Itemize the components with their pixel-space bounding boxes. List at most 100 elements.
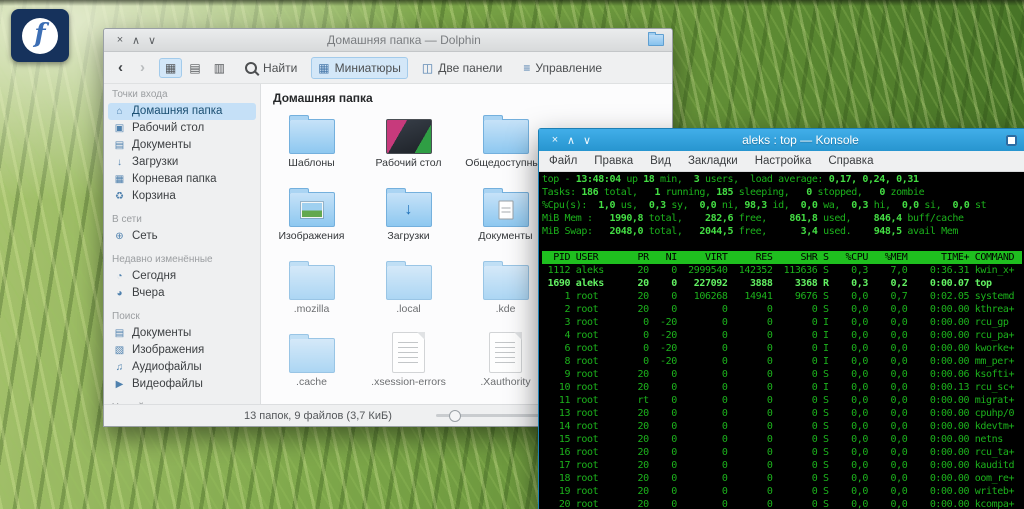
folder-icon: ↓: [386, 192, 432, 227]
konsole-window-title: aleks : top — Konsole: [595, 133, 1006, 147]
sidebar-item-audio[interactable]: ♫Аудиофайлы: [108, 359, 256, 376]
terminal[interactable]: top - 13:48:04 up 18 min, 3 users, load …: [539, 172, 1024, 509]
folder-icon: [289, 338, 335, 373]
file-item[interactable]: .mozilla: [263, 256, 360, 329]
sidebar-item-documents[interactable]: ▤ Документы: [108, 137, 256, 154]
fedora-f-glyph: f: [34, 21, 45, 47]
sidebar-item-root[interactable]: ▦Корневая папка: [108, 171, 256, 188]
process-row: 1 root 20 0 106268 14941 9676 S 0,0 0,7 …: [542, 290, 1022, 303]
breadcrumb[interactable]: Домашняя папка: [261, 84, 672, 108]
sidebar-item-today[interactable]: ◔ Сегодня: [108, 268, 256, 285]
thumbnails-icon: ▦: [318, 61, 329, 75]
menu-item[interactable]: Вид: [650, 155, 671, 167]
process-row: 10 root 20 0 0 0 0 I 0,0 0,0 0:00.13 rcu…: [542, 381, 1022, 394]
process-row: 4 root 0 -20 0 0 0 I 0,0 0,0 0:00.00 rcu…: [542, 329, 1022, 342]
zoom-slider-handle[interactable]: [449, 410, 461, 422]
maximize-icon[interactable]: ∧: [128, 34, 144, 47]
hamburger-icon: ≡: [523, 61, 530, 75]
konsole-titlebar[interactable]: × ∧ ∨ aleks : top — Konsole: [539, 129, 1024, 151]
text-file-icon: [489, 332, 522, 373]
terminal-line: MiB Swap: 2048,0 total, 2044,5 free, 3,4…: [542, 225, 1022, 238]
thumbnails-button-label: Миниатюры: [335, 61, 401, 75]
file-icon-wrap: [483, 110, 529, 154]
back-button[interactable]: ‹: [113, 58, 128, 77]
file-item[interactable]: Изображения: [263, 183, 360, 256]
find-button-label: Найти: [263, 61, 297, 75]
konsole-app-icon: [1006, 135, 1017, 146]
sidebar-item-yesterday[interactable]: ◕Вчера: [108, 285, 256, 302]
menu-item[interactable]: Закладки: [688, 155, 738, 167]
dolphin-titlebar[interactable]: × ∧ ∨ Домашняя папка — Dolphin: [104, 29, 672, 52]
control-button[interactable]: ≡ Управление: [516, 57, 609, 79]
terminal-line: %Cpu(s): 1,0 us, 0,3 sy, 0,0 ni, 98,3 id…: [542, 199, 1022, 212]
file-item[interactable]: ↓Загрузки: [360, 183, 457, 256]
file-label: Шаблоны: [288, 157, 334, 169]
minimize-icon[interactable]: ∨: [579, 134, 595, 147]
menu-item[interactable]: Файл: [549, 155, 577, 167]
video-icon: ▶: [113, 378, 126, 391]
compact-view-button[interactable]: ▤: [183, 58, 206, 78]
find-button[interactable]: Найти: [238, 57, 304, 79]
sidebar-item-label: Домашняя папка: [132, 105, 222, 118]
dolphin-toolbar: ‹ › ▦ ▤ ▥ Найти ▦ Миниатюры ◫ Две панели…: [104, 52, 672, 84]
sidebar-item-downloads[interactable]: ↓Загрузки: [108, 154, 256, 171]
konsole-window: × ∧ ∨ aleks : top — Konsole Файл Правка Ви…: [538, 128, 1024, 509]
search-icon: [245, 62, 257, 74]
folder-icon: [386, 265, 432, 300]
thumbnails-button[interactable]: ▦ Миниатюры: [311, 57, 408, 79]
konsole-menubar: Файл Правка Вид Закладки Настройка Справка: [539, 151, 1024, 172]
folder-app-icon: [648, 34, 664, 46]
file-icon-wrap: [483, 256, 529, 300]
sidebar-item-label: Видеофайлы: [132, 378, 203, 391]
file-item[interactable]: Шаблоны: [263, 110, 360, 183]
maximize-icon[interactable]: ∧: [563, 134, 579, 147]
folder-icon: [483, 119, 529, 154]
control-button-label: Управление: [535, 61, 602, 75]
download-emblem-icon: ↓: [405, 202, 413, 218]
file-item[interactable]: Рабочий стол: [360, 110, 457, 183]
file-label: .cache: [296, 376, 327, 388]
sidebar-item-label: Аудиофайлы: [132, 361, 202, 374]
desktop[interactable]: f × ∧ ∨ Домашняя папка — Dolphin ‹ › ▦ ▤…: [0, 0, 1024, 509]
file-item[interactable]: .cache: [263, 329, 360, 402]
minimize-icon[interactable]: ∨: [144, 34, 160, 47]
file-icon-wrap: [289, 110, 335, 154]
details-view-button[interactable]: ▥: [208, 58, 231, 78]
documents-icon: ▤: [113, 139, 126, 152]
forward-button[interactable]: ›: [135, 58, 150, 77]
images-icon: ▧: [113, 344, 126, 357]
today-icon: ◔: [113, 270, 126, 283]
split-panels-icon: ◫: [422, 61, 433, 75]
split-view-button[interactable]: ◫ Две панели: [415, 57, 510, 79]
menu-item[interactable]: Правка: [594, 155, 633, 167]
sidebar-item-desktop[interactable]: ▣Рабочий стол: [108, 120, 256, 137]
menu-item[interactable]: Справка: [828, 155, 873, 167]
file-icon-wrap: [489, 329, 522, 373]
file-label: .Xauthority: [480, 376, 530, 388]
process-row: 8 root 0 -20 0 0 0 I 0,0 0,0 0:00.00 mm_…: [542, 355, 1022, 368]
sidebar-item-label: Сегодня: [132, 270, 176, 283]
close-icon[interactable]: ×: [547, 134, 563, 146]
sidebar-item-home[interactable]: ⌂Домашняя папка: [108, 103, 256, 120]
icons-view-button[interactable]: ▦: [159, 58, 182, 78]
sidebar-item-video[interactable]: ▶ Видеофайлы: [108, 376, 256, 393]
file-icon-wrap: [483, 183, 529, 227]
file-item[interactable]: .xsession-errors: [360, 329, 457, 402]
menu-item[interactable]: Настройка: [755, 155, 812, 167]
process-row: 2 root 20 0 0 0 0 S 0,0 0,0 0:00.00 kthr…: [542, 303, 1022, 316]
file-label: .mozilla: [294, 303, 330, 315]
network-icon: ⊕: [113, 230, 126, 243]
close-icon[interactable]: ×: [112, 34, 128, 46]
process-row: 16 root 20 0 0 0 0 S 0,0 0,0 0:00.00 rcu…: [542, 446, 1022, 459]
sidebar-item-label: Документы: [132, 139, 191, 152]
process-row: 11 root rt 0 0 0 0 S 0,0 0,0 0:00.00 mig…: [542, 394, 1022, 407]
sidebar-section-header: В сети: [112, 214, 252, 225]
sidebar-item-label: Загрузки: [132, 156, 178, 169]
fedora-logo-icon[interactable]: f: [11, 9, 69, 62]
sidebar-item-network[interactable]: ⊕Сеть: [108, 228, 256, 245]
sidebar-item-trash[interactable]: ♻Корзина: [108, 188, 256, 205]
terminal-line: Tasks: 186 total, 1 running, 185 sleepin…: [542, 186, 1022, 199]
sidebar-item-documents[interactable]: ▤Документы: [108, 325, 256, 342]
sidebar-item-images[interactable]: ▧Изображения: [108, 342, 256, 359]
file-item[interactable]: .local: [360, 256, 457, 329]
